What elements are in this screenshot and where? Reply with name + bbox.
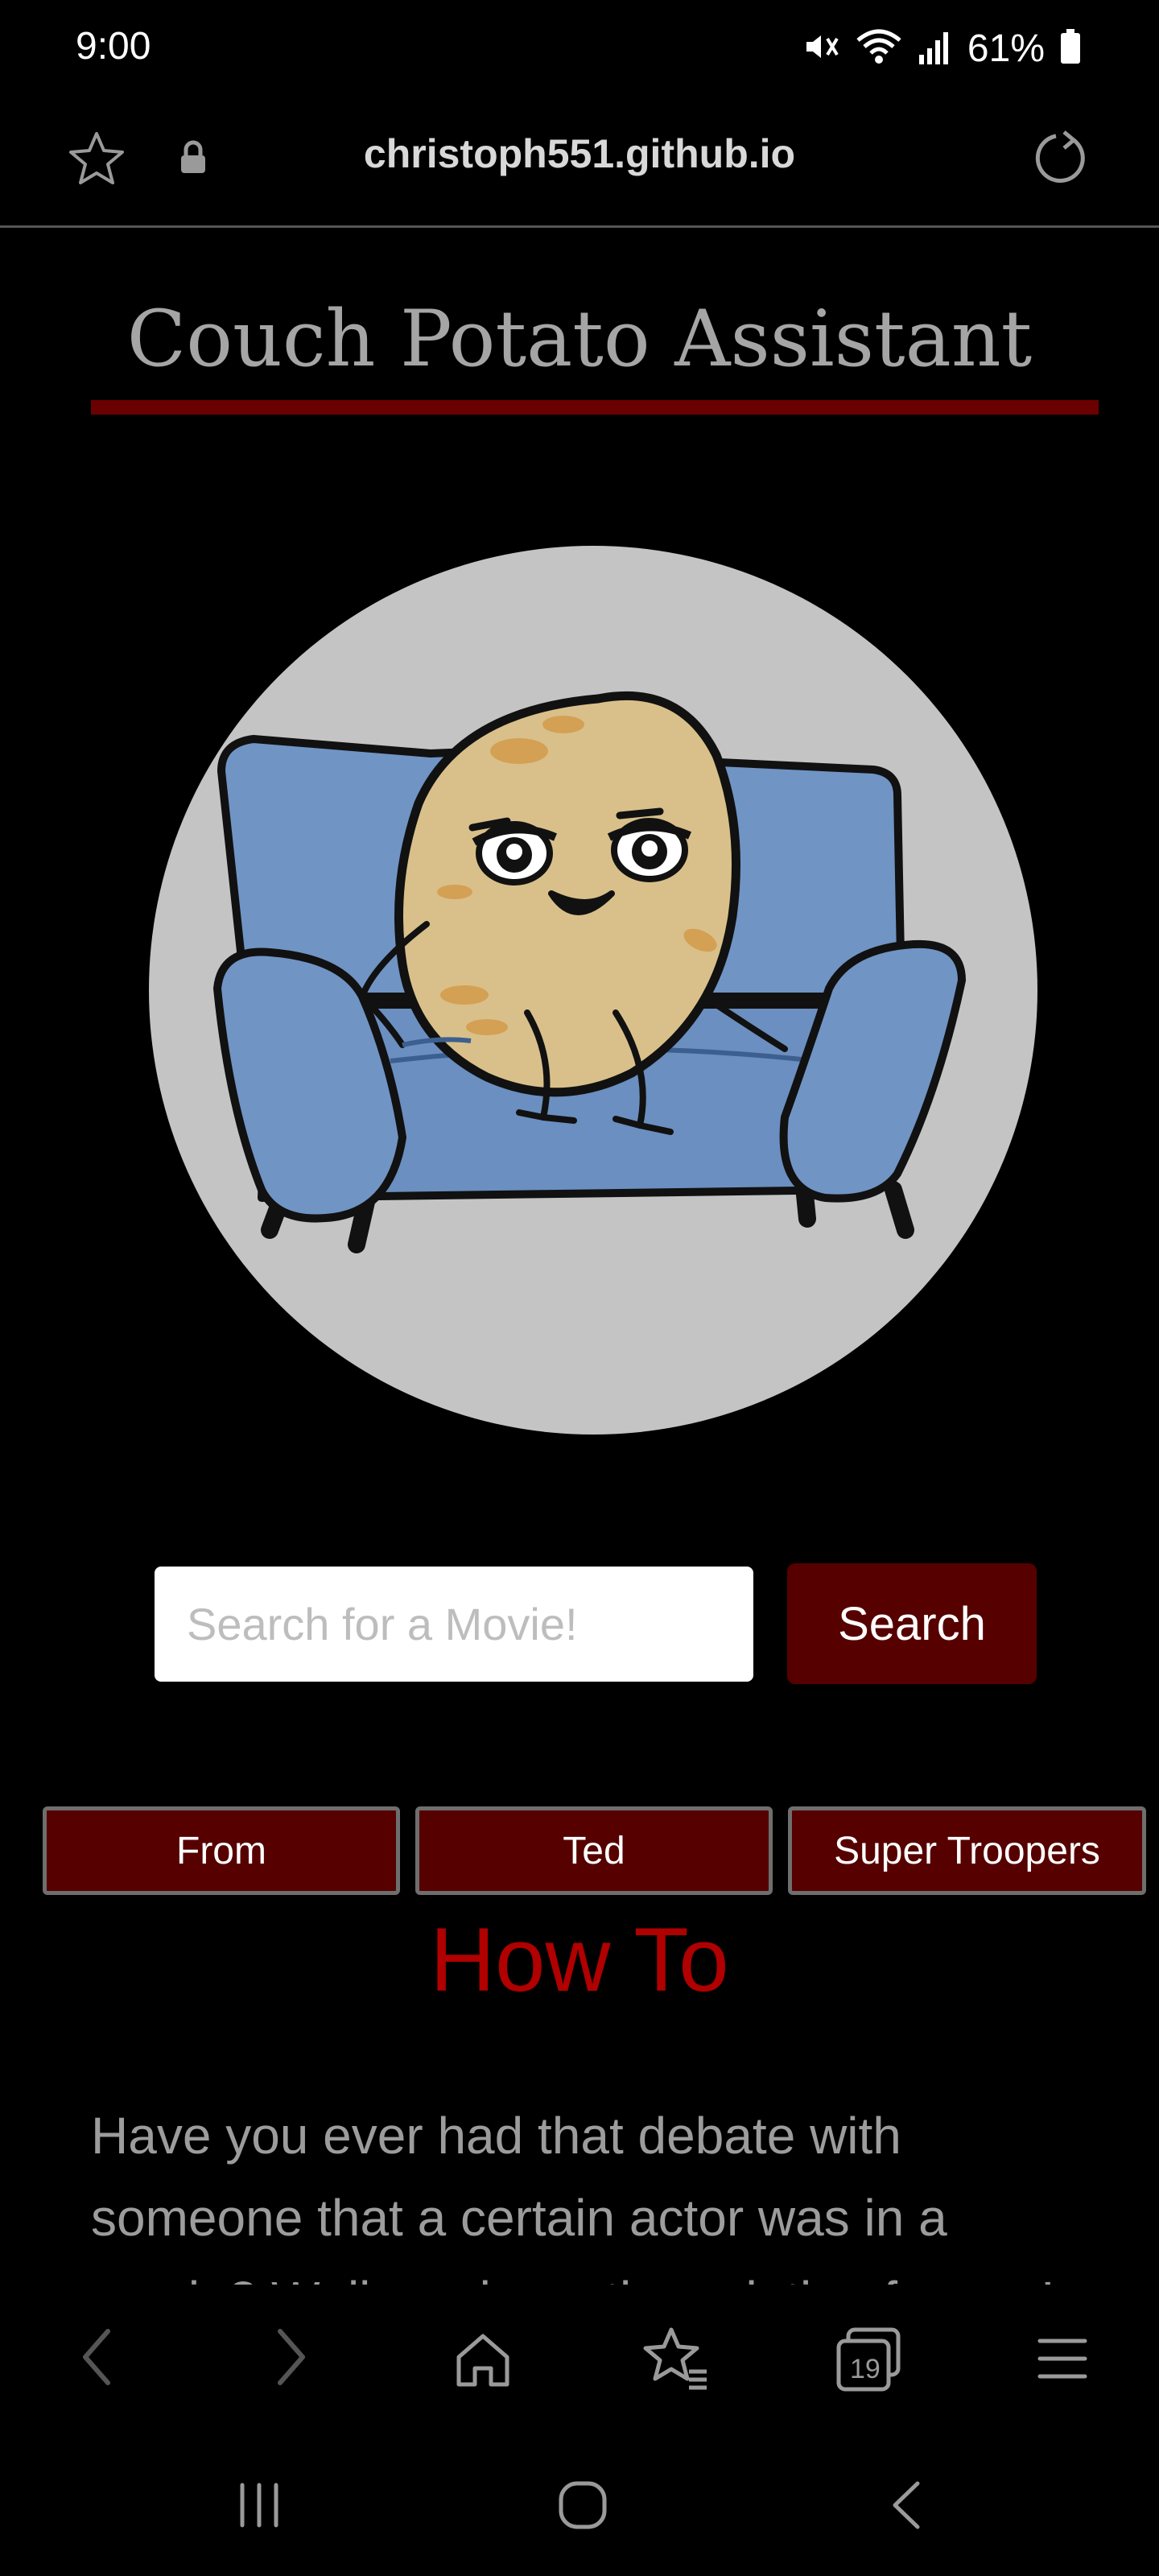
tabs-count: 19 <box>850 2354 881 2384</box>
signal-icon <box>918 27 953 70</box>
url-text[interactable]: christoph551.github.io <box>0 130 1159 177</box>
how-to-heading: How To <box>430 1909 729 2010</box>
nav-back-icon[interactable] <box>874 2471 942 2539</box>
forward-icon[interactable] <box>259 2325 324 2389</box>
suggestion-from-button[interactable]: From <box>43 1806 400 1895</box>
battery-icon <box>1059 27 1082 70</box>
battery-text: 61% <box>967 27 1045 70</box>
hero-image-couch-potato <box>149 546 1037 1435</box>
home-circle-icon[interactable] <box>549 2471 617 2539</box>
status-bar: 9:00 61% <box>0 0 1159 105</box>
wifi-icon <box>855 27 903 70</box>
intro-paragraph: Have you ever had that debate with someo… <box>91 2107 1055 2285</box>
back-icon[interactable] <box>64 2325 129 2389</box>
title-divider <box>91 400 1099 415</box>
suggestion-super-troopers-button[interactable]: Super Troopers <box>788 1806 1146 1895</box>
status-time: 9:00 <box>76 25 151 68</box>
bookmarks-icon[interactable] <box>641 2323 711 2394</box>
mute-icon <box>802 27 840 70</box>
page-title: Couch Potato Assistant <box>126 294 1033 384</box>
tabs-icon[interactable]: 19 <box>832 2323 905 2396</box>
recents-icon[interactable] <box>225 2471 293 2539</box>
home-icon[interactable] <box>449 2325 517 2392</box>
suggestion-ted-button[interactable]: Ted <box>415 1806 773 1895</box>
search-input[interactable] <box>155 1567 753 1682</box>
reload-icon[interactable] <box>1029 126 1093 190</box>
menu-icon[interactable] <box>1029 2325 1096 2392</box>
browser-toolbar <box>0 2285 1159 2431</box>
search-button[interactable]: Search <box>787 1563 1037 1684</box>
status-icons: 61% <box>802 24 1082 72</box>
